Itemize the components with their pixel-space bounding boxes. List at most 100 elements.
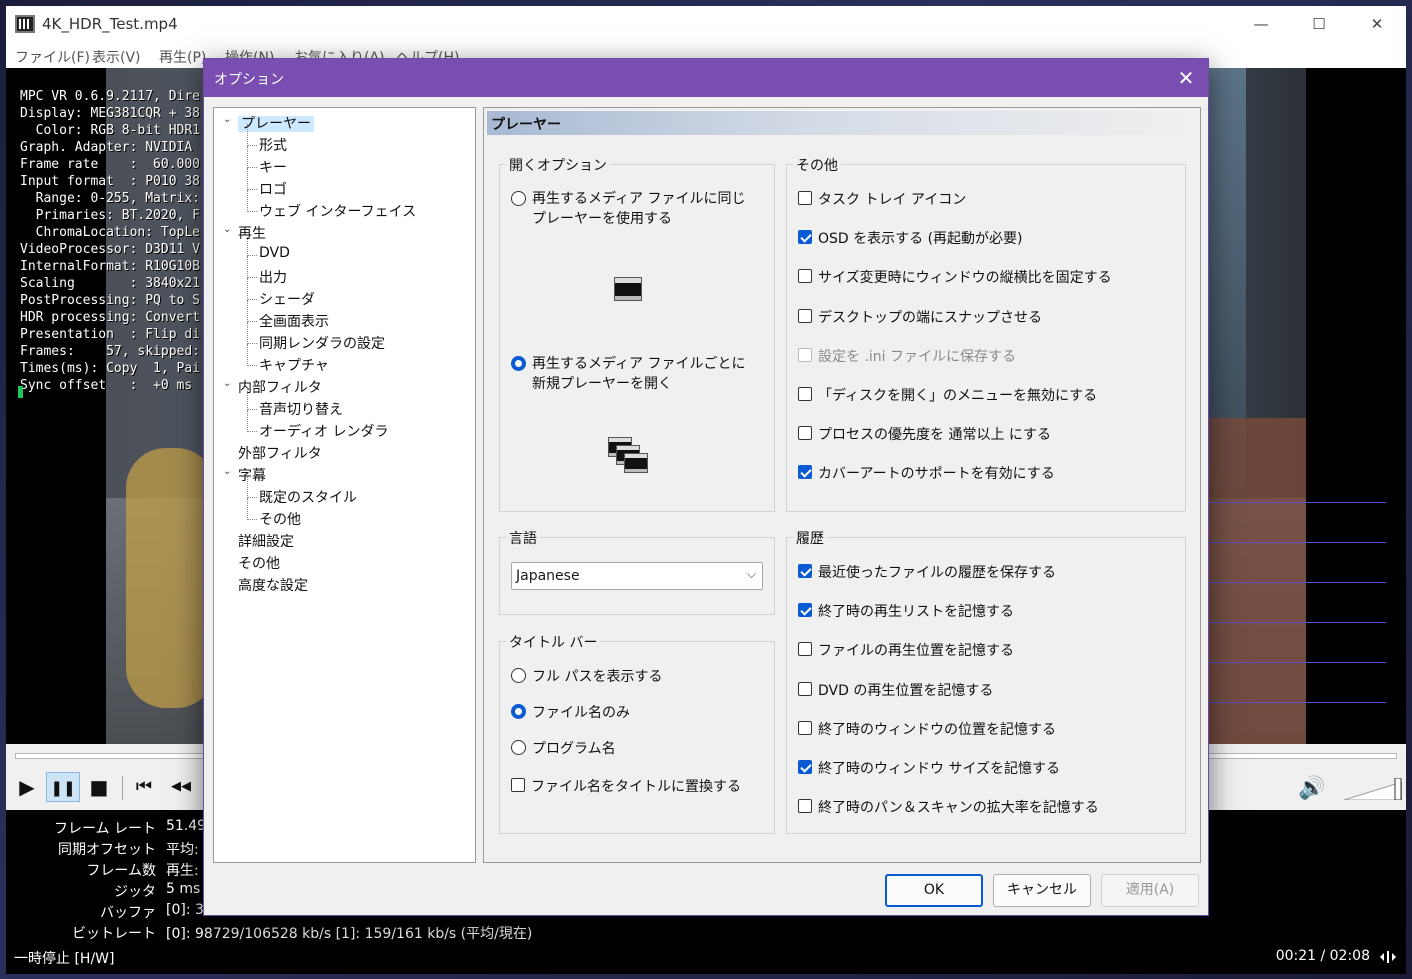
menu-play[interactable]: 再生(P) [159,47,206,67]
tree-item[interactable]: ウェブ インターフェイス [259,201,416,221]
tree-item[interactable]: 外部フィルタ [238,443,322,463]
option-checkbox[interactable]: プロセスの優先度を 通常以上 にする [798,424,1051,444]
checkbox-box[interactable] [798,564,812,578]
cancel-button[interactable]: キャンセル [993,874,1091,907]
osd-line: HDR processing: Convert [20,310,201,325]
checkbox-box[interactable] [798,799,812,814]
maximize-button[interactable]: ☐ [1290,6,1348,42]
option-checkbox[interactable]: 最近使ったファイルの履歴を保存する [798,562,1056,582]
option-checkbox[interactable]: 終了時のウィンドウの位置を記憶する [798,719,1056,739]
tree-connector [247,145,257,146]
apply-button[interactable]: 適用(A) [1101,874,1199,907]
volume-slider[interactable] [1344,778,1402,800]
tree-item[interactable]: ロゴ [259,179,287,199]
volume-icon[interactable]: 🔊 [1298,776,1325,801]
titlebar-radio[interactable]: プログラム名 [511,738,616,758]
stat-row-bitrate: ビットレート [0]: 98729/106528 kb/s [1]: 159/1… [6,923,1406,944]
option-checkbox[interactable]: 終了時の再生リストを記憶する [798,601,1014,621]
tree-item[interactable]: プレーヤー [238,113,314,133]
language-select[interactable]: Japanese ⌵ [511,562,763,590]
ok-button[interactable]: OK [885,874,983,907]
tree-item[interactable]: 出力 [259,267,287,287]
checkbox-box[interactable] [798,642,812,657]
minimize-button[interactable]: — [1232,6,1290,42]
previous-icon[interactable]: ⏮ [127,772,161,802]
same-player-radio[interactable]: 再生するメディア ファイルに同じ プレーヤーを使用する [511,189,745,229]
stop-icon[interactable]: ■ [82,772,116,802]
checkbox-box[interactable] [798,191,812,205]
tree-connector [247,255,257,256]
tree-item[interactable]: DVD [259,245,290,261]
tree-item[interactable]: その他 [259,509,301,529]
close-window-button[interactable]: ✕ [1348,6,1406,42]
replace-filename-checkbox[interactable]: ファイル名をタイトルに置換する [511,776,741,796]
tree-item[interactable]: 音声切り替え [259,399,343,419]
option-checkbox[interactable]: 終了時のウィンドウ サイズを記憶する [798,758,1060,778]
expand-toggle-icon[interactable]: ⌄ [223,466,233,477]
titlebar-radio[interactable]: フル パスを表示する [511,666,662,686]
language-value: Japanese [516,568,580,584]
play-icon[interactable]: ▶ [10,772,44,802]
tree-item[interactable]: 詳細設定 [238,531,294,551]
checkbox-box[interactable] [798,426,812,441]
tree-connector [247,190,248,212]
menu-view[interactable]: 表示(V) [92,47,141,67]
checkbox-box[interactable] [798,681,812,696]
tree-item[interactable]: 既定のスタイル [259,487,357,507]
radio-indicator[interactable] [511,704,526,719]
tree-item[interactable]: 同期レンダラの設定 [259,333,385,353]
checkbox-box[interactable] [798,720,812,735]
tree-item[interactable]: キャプチャ [259,355,329,375]
rewind-icon[interactable]: ◀◀ [164,772,198,802]
tree-item[interactable]: オーディオ レンダラ [259,421,388,441]
tree-item[interactable]: 全画面表示 [259,311,329,331]
checkbox-box[interactable] [511,778,525,792]
tree-connector [247,299,257,300]
titlebar-radio[interactable]: ファイル名のみ [511,702,630,722]
radio-indicator[interactable] [511,356,526,371]
tree-item[interactable]: 高度な設定 [238,575,308,595]
checkbox-box[interactable] [798,308,812,323]
tree-connector [247,322,248,344]
tree-item[interactable]: 内部フィルタ [238,377,322,397]
time-display[interactable]: 00:21 / 02:08 [1276,948,1370,964]
radio-indicator[interactable] [511,668,526,683]
new-player-radio[interactable]: 再生するメディア ファイルごとに 新規プレーヤーを開く [511,354,745,394]
tree-item[interactable]: 形式 [259,135,287,155]
menu-file[interactable]: ファイル(F) [15,47,90,67]
checkbox-box[interactable] [798,269,812,284]
checkbox-label: 終了時の再生リストを記憶する [818,604,1014,621]
pause-icon[interactable]: ❚❚ [46,772,80,802]
options-dialog: オプション ✕ ⌄ プレーヤー 形式 キー ロゴ ウェブ インターフェイス ⌄ 再生 DVD 出力… [203,58,1209,916]
expand-toggle-icon[interactable]: ⌄ [223,224,233,235]
dialog-close-button[interactable]: ✕ [1164,59,1208,97]
option-checkbox[interactable]: サイズ変更時にウィンドウの縦横比を固定する [798,267,1112,287]
checkbox-box[interactable] [798,465,812,480]
expand-toggle-icon[interactable]: ⌄ [223,378,233,389]
radio-indicator[interactable] [511,740,526,755]
expand-toggle-icon[interactable]: ⌄ [223,114,233,125]
option-checkbox[interactable]: DVD の再生位置を記憶する [798,680,993,700]
option-checkbox[interactable]: ファイルの再生位置を記憶する [798,640,1014,660]
option-checkbox[interactable]: カバーアートのサポートを有効にする [798,463,1055,483]
tree-item-label: 全画面表示 [259,314,329,330]
option-checkbox[interactable]: 終了時のパン＆スキャンの拡大率を記憶する [798,797,1099,817]
checkbox-box[interactable] [798,603,812,618]
stat-value: 平均: [166,842,199,858]
tree-item[interactable]: 再生 [238,223,266,243]
option-checkbox[interactable]: 「ディスクを開く」のメニューを無効にする [798,385,1097,405]
tree-item[interactable]: 字幕 [238,465,266,485]
checkbox-box[interactable] [798,760,812,774]
tree-item[interactable]: シェーダ [259,289,315,309]
tree-item[interactable]: キー [259,157,287,177]
checkbox-box[interactable] [798,230,812,245]
option-checkbox[interactable]: タスク トレイ アイコン [798,189,966,209]
option-checkbox[interactable]: OSD を表示する (再起動が必要) [798,228,1023,248]
tree-item-label: プレーヤー [238,116,314,132]
tree-item[interactable]: その他 [238,553,280,573]
option-checkbox[interactable]: デスクトップの端にスナップさせる [798,307,1042,327]
checkbox-box[interactable] [798,387,812,401]
radio-indicator[interactable] [511,191,526,206]
tree-item-label: その他 [238,556,280,572]
tree-item-label: 同期レンダラの設定 [259,336,385,352]
